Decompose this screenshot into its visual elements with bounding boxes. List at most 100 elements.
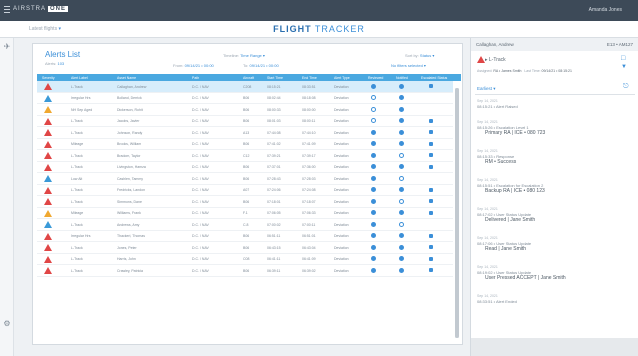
reviewed-indicator[interactable]	[371, 83, 376, 89]
notified-indicator[interactable]	[399, 106, 404, 112]
notified-indicator[interactable]	[399, 118, 404, 123]
reviewed-indicator[interactable]	[371, 175, 376, 181]
reviewed-indicator[interactable]	[371, 221, 376, 227]
escalated-indicator[interactable]	[429, 233, 433, 238]
notified-indicator[interactable]	[399, 210, 404, 215]
table-row[interactable]: Low Alt Cashlen, Tammy D.C. / NAV B06 07:28:…	[37, 173, 453, 185]
time-range-select[interactable]: Timeline: Time Range ▾	[223, 53, 265, 58]
escalated-indicator[interactable]	[429, 141, 433, 146]
location-pin-icon[interactable]: ▼	[621, 64, 627, 71]
reviewed-indicator[interactable]	[371, 256, 376, 261]
user-name[interactable]: Amanda Jones	[589, 7, 622, 13]
reviewed-indicator[interactable]	[371, 141, 376, 146]
reviewed-indicator[interactable]	[371, 267, 376, 273]
escalated-indicator[interactable]	[429, 199, 433, 203]
reviewed-indicator[interactable]	[371, 106, 376, 112]
col-notified[interactable]: Notified	[396, 76, 408, 80]
notified-indicator[interactable]	[399, 95, 404, 100]
notified-indicator[interactable]	[399, 198, 404, 204]
menu-icon[interactable]	[4, 6, 10, 13]
lock-icon[interactable]: ⎋	[623, 83, 629, 90]
col-end-time[interactable]: End Time	[302, 76, 317, 80]
reviewed-indicator[interactable]	[371, 164, 376, 169]
alert-label-cell: L-Track	[71, 268, 83, 273]
escalated-indicator[interactable]	[429, 84, 433, 88]
reviewed-indicator[interactable]	[371, 118, 376, 123]
reviewed-indicator[interactable]	[371, 152, 376, 158]
table-row[interactable]: L-Track Jones, Peter D.C. / NAV B06 06:43:15…	[37, 242, 453, 254]
table-row[interactable]: Irregular Hrs Thackeri, Thomas D.C. / NAV B…	[37, 231, 453, 242]
start-time-cell: 06:39:11	[267, 268, 281, 273]
sort-select[interactable]: Sort by: Status ▾	[405, 53, 434, 58]
escalated-indicator[interactable]	[429, 187, 433, 192]
reviewed-indicator[interactable]	[371, 187, 376, 192]
path-cell: D.C. / NAV	[192, 130, 209, 135]
escalated-indicator[interactable]	[429, 268, 433, 272]
asset-name-cell: Bolland, Derrick	[117, 96, 142, 100]
col-escalated[interactable]: Escalated Status	[421, 76, 447, 80]
col-aircraft[interactable]: Aircraft	[243, 76, 254, 80]
escalated-indicator[interactable]	[429, 256, 433, 261]
col-reviewed[interactable]: Reviewed	[368, 76, 383, 80]
col-asset-name[interactable]: Asset Name	[117, 76, 136, 80]
aircraft-cell: C08	[243, 257, 250, 261]
timeline-sort-select[interactable]: Earliest ▾	[477, 86, 496, 92]
escalated-indicator[interactable]	[429, 153, 433, 157]
table-scrollbar[interactable]	[455, 88, 459, 338]
scrollbar-thumb[interactable]	[455, 88, 459, 338]
plane-icon[interactable]: ✈	[3, 43, 11, 51]
reviewed-indicator[interactable]	[371, 198, 376, 204]
notified-indicator[interactable]	[399, 187, 404, 192]
notified-indicator[interactable]	[399, 129, 404, 135]
escalated-indicator[interactable]	[429, 118, 433, 123]
path-cell: D.C. / NAV	[192, 84, 209, 89]
external-link-icon[interactable]: □	[621, 55, 625, 62]
table-row[interactable]: L-Track Callaghan, Andrew D.C. / NAV C208 08…	[37, 81, 453, 93]
filters-select[interactable]: No filters selected ▾	[391, 63, 426, 68]
table-row[interactable]: Mileage Williams, Frank D.C. / NAV F.1 07:06…	[37, 208, 453, 219]
notified-indicator[interactable]	[399, 152, 404, 158]
notified-indicator[interactable]	[399, 164, 404, 169]
col-path[interactable]: Path	[192, 76, 199, 80]
notified-indicator[interactable]	[399, 141, 404, 146]
reviewed-indicator[interactable]	[371, 244, 376, 250]
notified-indicator[interactable]	[399, 267, 404, 273]
table-row[interactable]: Irregular Hrs Bolland, Derrick D.C. / NAV B…	[37, 93, 453, 104]
notified-indicator[interactable]	[399, 83, 404, 89]
col-severity[interactable]: Severity	[42, 76, 55, 80]
escalated-indicator[interactable]	[429, 164, 433, 169]
reviewed-indicator[interactable]	[371, 233, 376, 238]
table-row[interactable]: L-Track Jacobs, Javier D.C. / NAV B06 08:01:…	[37, 116, 453, 127]
start-time-cell: 06:41:11	[267, 257, 281, 261]
table-row[interactable]: L-Track Harris, John D.C. / NAV C08 06:41:11…	[37, 254, 453, 265]
notified-indicator[interactable]	[399, 233, 404, 238]
notified-indicator[interactable]	[399, 175, 404, 181]
reviewed-indicator[interactable]	[371, 210, 376, 215]
to-date-field[interactable]: To: 09/14/21 • 00:00	[243, 63, 279, 68]
col-start-time[interactable]: Start Time	[267, 76, 283, 80]
table-row[interactable]: L-Track Fredricks, Landon D.C. / NAV A07 07:…	[37, 185, 453, 196]
table-row[interactable]: L-Track Simmons, Dane D.C. / NAV B06 07:18:0…	[37, 196, 453, 208]
table-row[interactable]: L-Track Bradom, Taylor D.C. / NAV C12 07:39:…	[37, 150, 453, 162]
table-row[interactable]: Mileage Brooks, William D.C. / NAV B06 07:41…	[37, 139, 453, 150]
table-row[interactable]: L-Track Johnson, Randy D.C. / NAV A13 07:44:…	[37, 127, 453, 139]
start-time-cell: 07:00:02	[267, 222, 281, 227]
escalated-indicator[interactable]	[429, 245, 433, 249]
alert-label-cell: L-Track	[71, 119, 83, 123]
table-row[interactable]: L-Track Andrews, Amy D.C. / NAV C.8 07:00:02…	[37, 219, 453, 231]
table-row[interactable]: L-Track Crawley, Patricia D.C. / NAV B06 06:…	[37, 265, 453, 277]
reviewed-indicator[interactable]	[371, 95, 376, 100]
col-alert-type[interactable]: Alert Type	[334, 76, 350, 80]
from-date-field[interactable]: From: 09/14/21 • 00:00	[173, 63, 214, 68]
notified-indicator[interactable]	[399, 221, 404, 227]
reviewed-indicator[interactable]	[371, 129, 376, 135]
table-row[interactable]: L-Track Livingston, Hamza D.C. / NAV B06 07:…	[37, 162, 453, 173]
col-alert-label[interactable]: Alert Label	[71, 76, 88, 80]
timeline-event: Sep 14, 2021 08:17:02 • User Status Updat…	[477, 207, 627, 223]
notified-indicator[interactable]	[399, 244, 404, 250]
escalated-indicator[interactable]	[429, 210, 433, 215]
table-row[interactable]: NH Sep Aged Dickerson, Rohit D.C. / NAV B06…	[37, 104, 453, 116]
gear-icon[interactable]: ⚙	[3, 320, 11, 328]
notified-indicator[interactable]	[399, 256, 404, 261]
escalated-indicator[interactable]	[429, 130, 433, 134]
